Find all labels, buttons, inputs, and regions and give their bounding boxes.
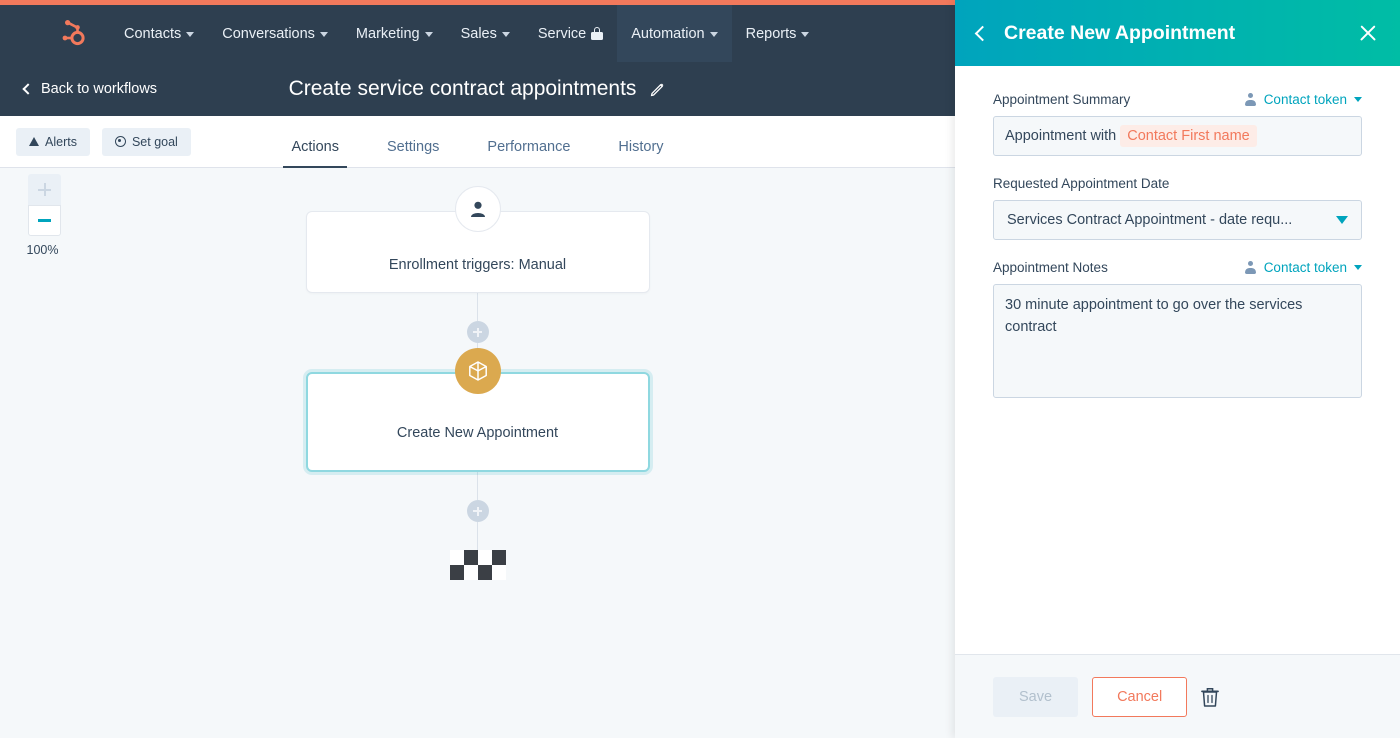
contact-token-link[interactable]: Contact token [1245, 92, 1362, 107]
add-step-button[interactable] [467, 500, 489, 522]
chevron-left-icon [22, 83, 33, 94]
tab-label: Actions [291, 139, 339, 155]
close-icon[interactable] [1358, 23, 1378, 43]
workflow-node-create-new-appointment[interactable]: Create New Appointment [306, 372, 650, 472]
nav-label: Conversations [222, 26, 315, 42]
panel-title: Create New Appointment [1004, 22, 1358, 45]
minus-icon [38, 219, 51, 222]
workflow-node-enrollment-trigger[interactable]: Enrollment triggers: Manual [306, 211, 650, 293]
page-title: Create service contract appointments [289, 77, 637, 101]
back-label: Back to workflows [41, 81, 157, 97]
chevron-down-icon [186, 32, 194, 37]
cube-action-icon [455, 348, 501, 394]
add-step-button[interactable] [467, 321, 489, 343]
tab-settings[interactable]: Settings [363, 139, 463, 168]
field-label: Appointment Notes [993, 260, 1108, 275]
field-header: Requested Appointment Date [993, 176, 1362, 191]
zoom-level-label: 100% [24, 243, 61, 257]
lock-icon [591, 27, 603, 40]
chevron-down-icon [801, 32, 809, 37]
plus-icon [38, 183, 51, 196]
tab-history[interactable]: History [594, 139, 687, 168]
chevron-down-icon [1336, 216, 1348, 224]
chevron-down-icon [1354, 97, 1362, 102]
chevron-down-icon [425, 32, 433, 37]
zoom-out-button[interactable] [28, 205, 61, 236]
nav-item-automation[interactable]: Automation [617, 5, 731, 62]
flow-connector [477, 522, 479, 550]
workflow-flow: Enrollment triggers: Manual [278, 168, 678, 580]
zoom-in-button[interactable] [28, 174, 61, 205]
nav-item-contacts[interactable]: Contacts [110, 5, 208, 62]
panel-header: Create New Appointment [955, 0, 1400, 66]
tab-label: History [618, 139, 663, 155]
nav-item-reports[interactable]: Reports [732, 5, 824, 62]
nav-item-service[interactable]: Service [524, 5, 617, 62]
field-appointment-summary: Appointment Summary Contact token Appoin… [993, 92, 1362, 156]
nav-label: Contacts [124, 26, 181, 42]
cancel-button[interactable]: Cancel [1092, 677, 1187, 717]
chevron-left-icon[interactable] [975, 25, 991, 41]
tab-label: Settings [387, 139, 439, 155]
node-label: Create New Appointment [397, 425, 558, 441]
nav-item-marketing[interactable]: Marketing [342, 5, 447, 62]
chevron-down-icon [502, 32, 510, 37]
hubspot-sprocket-logo[interactable] [58, 19, 88, 49]
field-requested-appointment-date: Requested Appointment Date Services Cont… [993, 176, 1362, 240]
nav-label: Automation [631, 26, 704, 42]
contact-person-icon [1245, 93, 1257, 106]
contact-token-label: Contact token [1264, 92, 1347, 107]
plus-circle-icon [473, 328, 482, 337]
nav-label: Marketing [356, 26, 420, 42]
appointment-notes-textarea[interactable]: 30 minute appointment to go over the ser… [993, 284, 1362, 398]
chevron-down-icon [320, 32, 328, 37]
personalization-token-chip[interactable]: Contact First name [1120, 125, 1257, 147]
node-label: Enrollment triggers: Manual [389, 257, 566, 273]
summary-static-text: Appointment with [1005, 128, 1116, 144]
select-value: Services Contract Appointment - date req… [1007, 212, 1292, 228]
appointment-summary-input[interactable]: Appointment with Contact First name [993, 116, 1362, 156]
field-header: Appointment Summary Contact token [993, 92, 1362, 107]
tab-label: Performance [487, 139, 570, 155]
chevron-down-icon [710, 32, 718, 37]
workflow-subheader: Back to workflows Create service contrac… [0, 62, 955, 116]
main-area: Contacts Conversations Marketing Sales S… [0, 0, 955, 738]
app-root: Contacts Conversations Marketing Sales S… [0, 0, 1400, 738]
tab-actions[interactable]: Actions [267, 139, 363, 168]
trash-icon[interactable] [1201, 687, 1219, 707]
tab-performance[interactable]: Performance [463, 139, 594, 168]
save-button[interactable]: Save [993, 677, 1078, 717]
tab-list: Actions Settings Performance History [0, 116, 955, 168]
create-appointment-panel: Create New Appointment Appointment Summa… [955, 0, 1400, 738]
nav-label: Service [538, 26, 586, 42]
checkered-flag-icon [450, 550, 506, 580]
panel-body: Appointment Summary Contact token Appoin… [955, 66, 1400, 654]
plus-circle-icon [473, 507, 482, 516]
field-header: Appointment Notes Contact token [993, 260, 1362, 275]
requested-appointment-date-select[interactable]: Services Contract Appointment - date req… [993, 200, 1362, 240]
chevron-down-icon [1354, 265, 1362, 270]
top-navbar: Contacts Conversations Marketing Sales S… [0, 5, 955, 62]
contact-person-icon [455, 186, 501, 232]
flow-connector [477, 293, 479, 321]
back-to-workflows-link[interactable]: Back to workflows [24, 81, 157, 97]
panel-footer: Save Cancel [955, 654, 1400, 738]
nav-label: Reports [746, 26, 797, 42]
workflow-canvas[interactable]: 100% Enrollment triggers: Manual [0, 168, 955, 738]
pencil-icon[interactable] [650, 81, 666, 97]
flow-connector [477, 472, 479, 500]
field-label: Appointment Summary [993, 92, 1130, 107]
contact-person-icon [1245, 261, 1257, 274]
nav-label: Sales [461, 26, 497, 42]
workflow-tabbar: Alerts Set goal Actions Settings Perform… [0, 116, 955, 168]
field-label: Requested Appointment Date [993, 176, 1169, 191]
nav-item-sales[interactable]: Sales [447, 5, 524, 62]
zoom-controls: 100% [28, 174, 61, 257]
contact-token-label: Contact token [1264, 260, 1347, 275]
nav-item-conversations[interactable]: Conversations [208, 5, 342, 62]
field-appointment-notes: Appointment Notes Contact token 30 minut… [993, 260, 1362, 398]
contact-token-link[interactable]: Contact token [1245, 260, 1362, 275]
